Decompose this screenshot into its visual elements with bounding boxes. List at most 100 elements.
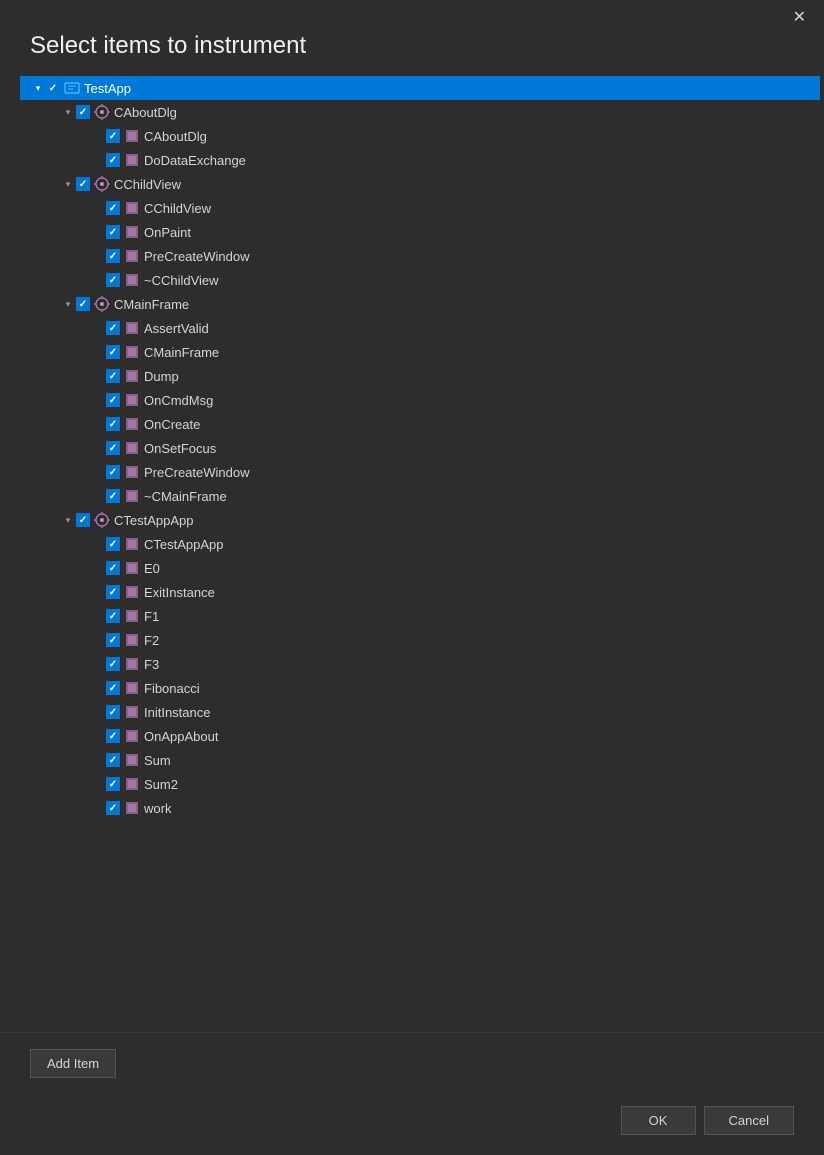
tree-node-assertvalid[interactable]: ▾ AssertValid xyxy=(20,316,820,340)
label-fibonacci: Fibonacci xyxy=(144,681,200,696)
checkbox-oncmdmsg[interactable] xyxy=(106,393,120,407)
tree-node-f1[interactable]: ▾ F1 xyxy=(20,604,820,628)
tree-node-caboutdlg-ctor[interactable]: ▾ CAboutDlg xyxy=(20,124,820,148)
label-dump: Dump xyxy=(144,369,179,384)
expander-root[interactable]: ▾ xyxy=(30,80,46,96)
tree-node-sum[interactable]: ▾ Sum xyxy=(20,748,820,772)
label-oncmdmsg: OnCmdMsg xyxy=(144,393,213,408)
tree-node-caboutdlg[interactable]: ▾ CAboutDlg xyxy=(20,100,820,124)
tree-node-cchildview-ctor[interactable]: ▾ CChildView xyxy=(20,196,820,220)
tree-node-ctestappapp[interactable]: ▾ CTestAppApp xyxy=(20,508,820,532)
tree-node-cmainframe-ctor[interactable]: ▾ CMainFrame xyxy=(20,340,820,364)
icon-m5 xyxy=(124,248,140,264)
checkbox-precreatewindow-cmain[interactable] xyxy=(106,465,120,479)
title-bar: ✕ xyxy=(0,0,824,28)
tree-node-f2[interactable]: ▾ F2 xyxy=(20,628,820,652)
checkbox-f3[interactable] xyxy=(106,657,120,671)
tree-node-onappabout[interactable]: ▾ OnAppAbout xyxy=(20,724,820,748)
tree-node-fibonacci[interactable]: ▾ Fibonacci xyxy=(20,676,820,700)
tree-node-initinstance[interactable]: ▾ InitInstance xyxy=(20,700,820,724)
icon-cchildview xyxy=(94,176,110,192)
expander-ctestappapp[interactable]: ▾ xyxy=(60,512,76,528)
icon-testapp xyxy=(64,80,80,96)
tree-node-oncreate[interactable]: ▾ OnCreate xyxy=(20,412,820,436)
label-initinstance: InitInstance xyxy=(144,705,211,720)
close-button[interactable]: ✕ xyxy=(787,8,812,28)
checkbox-f2[interactable] xyxy=(106,633,120,647)
icon-m13 xyxy=(124,464,140,480)
checkbox-dtor-cchildview[interactable] xyxy=(106,273,120,287)
tree-node-work[interactable]: ▾ work xyxy=(20,796,820,820)
icon-m4 xyxy=(124,224,140,240)
checkbox-onappabout[interactable] xyxy=(106,729,120,743)
icon-m26 xyxy=(124,800,140,816)
checkbox-cchildview[interactable] xyxy=(76,177,90,191)
tree-node-e0[interactable]: ▾ E0 xyxy=(20,556,820,580)
dialog-footer: OK Cancel xyxy=(0,1094,824,1155)
tree-node-ctestappapp-ctor[interactable]: ▾ CTestAppApp xyxy=(20,532,820,556)
checkbox-onpaint[interactable] xyxy=(106,225,120,239)
add-item-button[interactable]: Add Item xyxy=(30,1049,116,1078)
checkbox-f1[interactable] xyxy=(106,609,120,623)
tree-node-onsetfocus[interactable]: ▾ OnSetFocus xyxy=(20,436,820,460)
tree-node-dtor-cchildview[interactable]: ▾ ~CChildView xyxy=(20,268,820,292)
tree-node-root[interactable]: ▾ TestApp xyxy=(20,76,820,100)
icon-m19 xyxy=(124,632,140,648)
tree-container[interactable]: ▾ TestApp ▾ CAboutDlg xyxy=(20,76,824,1032)
checkbox-initinstance[interactable] xyxy=(106,705,120,719)
label-assertvalid: AssertValid xyxy=(144,321,209,336)
tree-node-f3[interactable]: ▾ F3 xyxy=(20,652,820,676)
tree-node-precreatewindow-cmain[interactable]: ▾ PreCreateWindow xyxy=(20,460,820,484)
checkbox-testapp[interactable] xyxy=(46,81,60,95)
label-sum: Sum xyxy=(144,753,171,768)
checkbox-fibonacci[interactable] xyxy=(106,681,120,695)
icon-m11 xyxy=(124,416,140,432)
label-caboutdlg: CAboutDlg xyxy=(114,105,177,120)
checkbox-cchildview-ctor[interactable] xyxy=(106,201,120,215)
icon-cmainframe xyxy=(94,296,110,312)
checkbox-assertvalid[interactable] xyxy=(106,321,120,335)
icon-m22 xyxy=(124,704,140,720)
checkbox-ctestappapp[interactable] xyxy=(76,513,90,527)
label-ctestappapp-ctor: CTestAppApp xyxy=(144,537,224,552)
checkbox-ctestappapp-ctor[interactable] xyxy=(106,537,120,551)
tree-node-onpaint[interactable]: ▾ OnPaint xyxy=(20,220,820,244)
expander-cmainframe[interactable]: ▾ xyxy=(60,296,76,312)
cancel-button[interactable]: Cancel xyxy=(704,1106,794,1135)
checkbox-work[interactable] xyxy=(106,801,120,815)
tree-node-dump[interactable]: ▾ Dump xyxy=(20,364,820,388)
tree-node-cmainframe[interactable]: ▾ CMainFrame xyxy=(20,292,820,316)
tree-node-cchildview[interactable]: ▾ CChildView xyxy=(20,172,820,196)
checkbox-dodataexchange[interactable] xyxy=(106,153,120,167)
ok-button[interactable]: OK xyxy=(621,1106,696,1135)
icon-m6 xyxy=(124,272,140,288)
icon-m14 xyxy=(124,488,140,504)
tree-node-oncmdmsg[interactable]: ▾ OnCmdMsg xyxy=(20,388,820,412)
tree-node-dtor-cmainframe[interactable]: ▾ ~CMainFrame xyxy=(20,484,820,508)
checkbox-oncreate[interactable] xyxy=(106,417,120,431)
dialog: ✕ Select items to instrument ▾ TestApp ▾ xyxy=(0,0,824,1155)
icon-m21 xyxy=(124,680,140,696)
icon-m15 xyxy=(124,536,140,552)
checkbox-sum[interactable] xyxy=(106,753,120,767)
checkbox-cmainframe-ctor[interactable] xyxy=(106,345,120,359)
label-e0: E0 xyxy=(144,561,160,576)
tree-node-exitinstance[interactable]: ▾ ExitInstance xyxy=(20,580,820,604)
checkbox-dump[interactable] xyxy=(106,369,120,383)
checkbox-cmainframe[interactable] xyxy=(76,297,90,311)
checkbox-sum2[interactable] xyxy=(106,777,120,791)
tree-node-dodataexchange[interactable]: ▾ DoDataExchange xyxy=(20,148,820,172)
icon-m10 xyxy=(124,392,140,408)
checkbox-caboutdlg[interactable] xyxy=(76,105,90,119)
checkbox-onsetfocus[interactable] xyxy=(106,441,120,455)
checkbox-exitinstance[interactable] xyxy=(106,585,120,599)
tree-node-sum2[interactable]: ▾ Sum2 xyxy=(20,772,820,796)
tree-node-precreatewindow-cchild[interactable]: ▾ PreCreateWindow xyxy=(20,244,820,268)
checkbox-precreatewindow-cchild[interactable] xyxy=(106,249,120,263)
checkbox-e0[interactable] xyxy=(106,561,120,575)
checkbox-caboutdlg-ctor[interactable] xyxy=(106,129,120,143)
expander-caboutdlg[interactable]: ▾ xyxy=(60,104,76,120)
checkbox-dtor-cmainframe[interactable] xyxy=(106,489,120,503)
expander-cchildview[interactable]: ▾ xyxy=(60,176,76,192)
icon-m3 xyxy=(124,200,140,216)
